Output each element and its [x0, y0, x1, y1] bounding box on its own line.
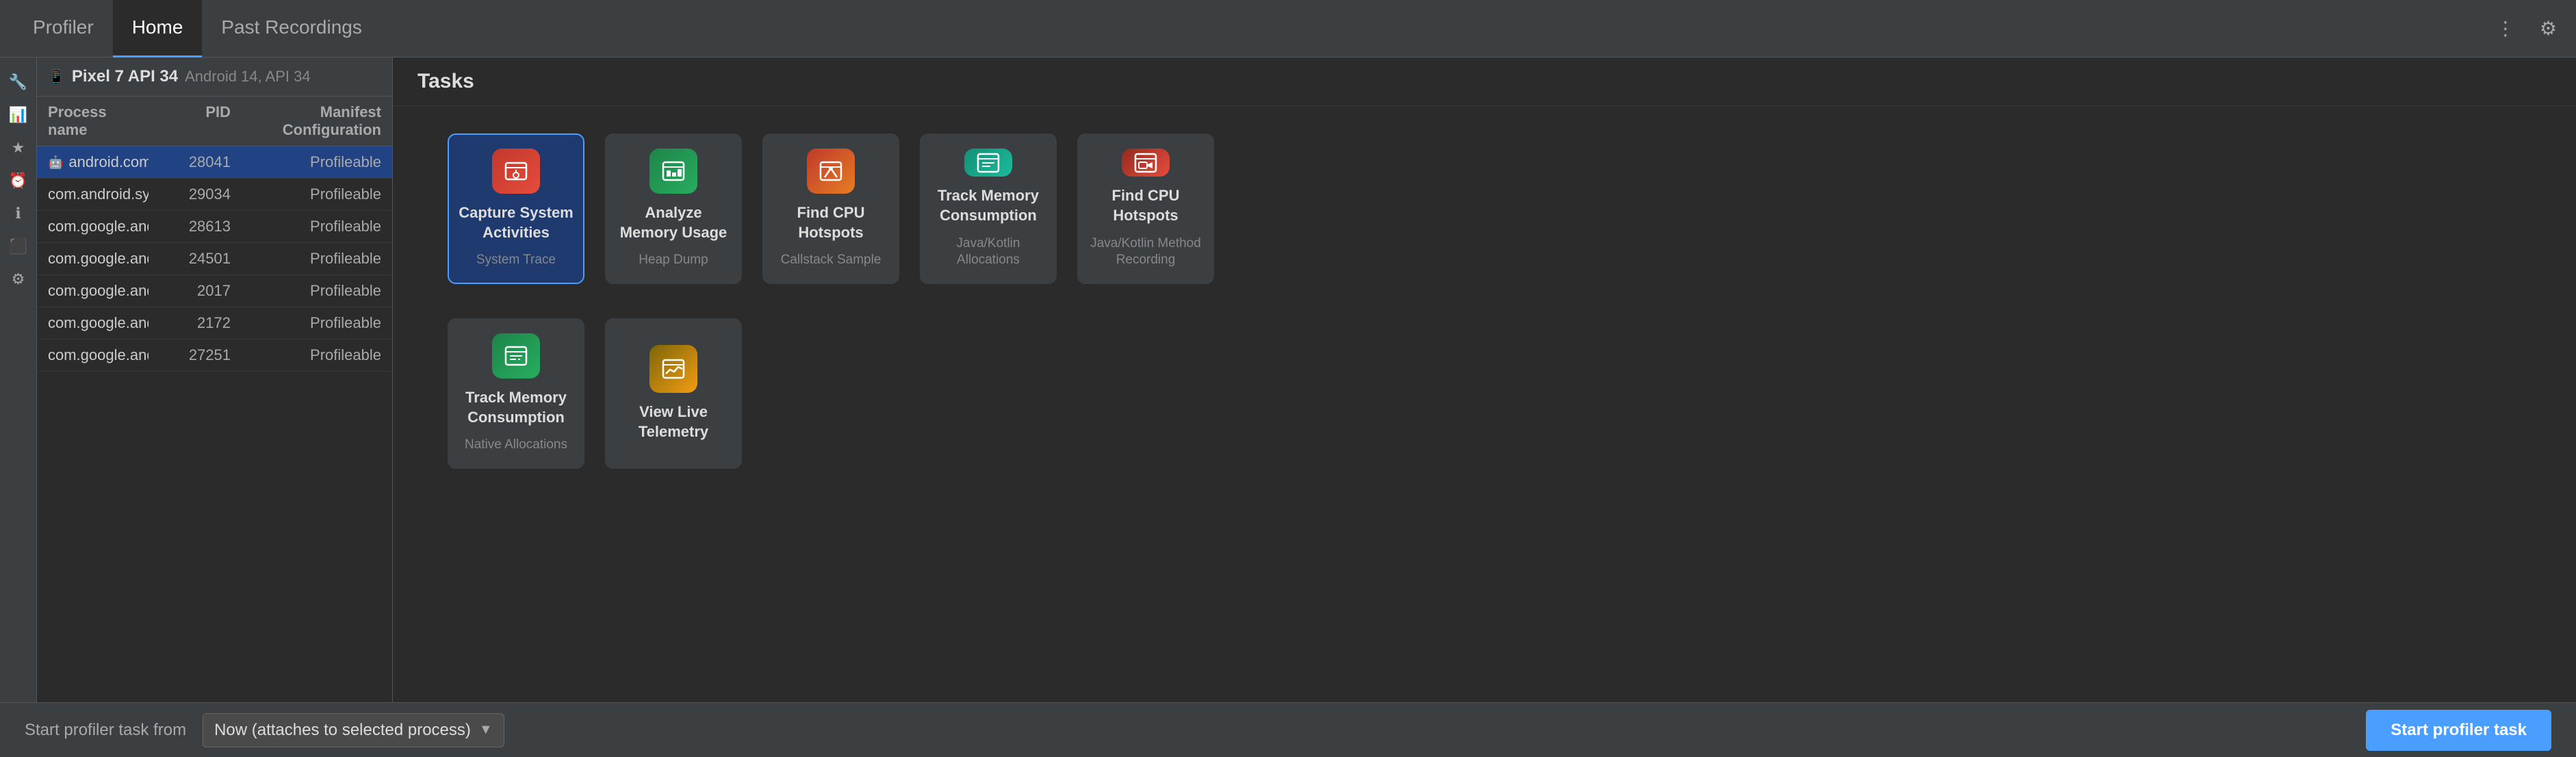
process-name-cell: com.google.android.apps.messaging... — [48, 250, 149, 268]
chevron-down-icon: ▼ — [479, 722, 493, 738]
process-manifest: Profileable — [231, 346, 381, 364]
task-subtitle-find-cpu-hotspots-recording: Java/Kotlin Method Recording — [1088, 235, 1203, 269]
task-title-analyze-memory-usage: Analyze Memory Usage — [616, 203, 731, 242]
task-card-find-cpu-hotspots-callstack[interactable]: Find CPU Hotspots Callstack Sample — [762, 133, 899, 284]
sidebar-icon-monitor[interactable]: 📊 — [5, 101, 32, 129]
process-row[interactable]: com.google.android.gm2172Profileable — [37, 307, 392, 339]
sidebar-icons: 🔧 📊 ★ ⏰ ℹ ⬛ ⚙ — [0, 57, 37, 702]
tasks-grid-container: Capture System Activities System Trace An… — [393, 106, 2576, 702]
task-card-view-live-telemetry[interactable]: View Live Telemetry — [605, 318, 742, 469]
process-name-cell: com.google.android.dialer — [48, 282, 149, 300]
process-name-cell: com.google.android.apps.messaging — [48, 218, 149, 235]
sidebar-icon-star[interactable]: ★ — [5, 134, 32, 162]
process-manifest: Profileable — [231, 218, 381, 235]
process-manifest: Profileable — [231, 314, 381, 332]
process-pid: 2017 — [149, 282, 231, 300]
device-icon: 📱 — [48, 68, 65, 86]
task-icon-view-live-telemetry — [649, 345, 697, 393]
bottom-bar: Start profiler task from Now (attaches t… — [0, 702, 2576, 757]
start-profiler-task-button[interactable]: Start profiler task — [2366, 710, 2551, 751]
task-card-track-memory-consumption-native[interactable]: Track Memory Consumption Native Allocatio… — [448, 318, 584, 469]
task-icon-find-cpu-hotspots-recording — [1122, 149, 1170, 177]
process-name-text: android.com.java.profilertester — [68, 153, 149, 171]
task-title-capture-system-activities: Capture System Activities — [459, 203, 574, 242]
process-name-text: com.android.systemui — [48, 185, 149, 203]
tab-bar: Profiler Home Past Recordings ⋮ ⚙ — [0, 0, 2576, 57]
task-subtitle-analyze-memory-usage: Heap Dump — [639, 252, 708, 269]
task-card-track-memory-consumption-java[interactable]: Track Memory Consumption Java/Kotlin Allo… — [920, 133, 1057, 284]
task-icon-find-cpu-hotspots-callstack — [807, 149, 855, 194]
process-manifest: Profileable — [231, 153, 381, 171]
col-pid: PID — [149, 103, 231, 139]
bottom-label: Start profiler task from — [25, 721, 186, 740]
process-row[interactable]: 🤖 android.com.java.profilertester28041Pro… — [37, 146, 392, 179]
device-header: 📱 Pixel 7 API 34 Android 14, API 34 — [37, 57, 392, 97]
task-source-dropdown[interactable]: Now (attaches to selected process) ▼ — [203, 713, 504, 747]
process-manifest: Profileable — [231, 282, 381, 300]
tab-home[interactable]: Home — [113, 0, 203, 57]
device-name: Pixel 7 API 34 — [72, 67, 178, 86]
task-title-track-memory-consumption-native: Track Memory Consumption — [459, 388, 574, 427]
task-card-capture-system-activities[interactable]: Capture System Activities System Trace — [448, 133, 584, 284]
process-pid: 28613 — [149, 218, 231, 235]
task-card-find-cpu-hotspots-recording[interactable]: Find CPU Hotspots Java/Kotlin Method Reco… — [1077, 133, 1214, 284]
process-list: 🤖android.com.java.profilertester28041Pro… — [37, 146, 392, 702]
process-pid: 29034 — [149, 185, 231, 203]
sidebar-icon-settings[interactable]: ⚙ — [5, 266, 32, 293]
task-icon-track-memory-consumption-native — [492, 333, 540, 378]
process-row[interactable]: com.android.systemui29034Profileable — [37, 179, 392, 211]
process-row[interactable]: com.google.android.apps.messaging28613Pr… — [37, 211, 392, 243]
task-title-view-live-telemetry: View Live Telemetry — [616, 402, 731, 441]
sidebar-icon-terminal[interactable]: ⬛ — [5, 233, 32, 260]
sidebar-icon-clock[interactable]: ⏰ — [5, 167, 32, 194]
process-pid: 2172 — [149, 314, 231, 332]
tasks-grid: Capture System Activities System Trace An… — [448, 133, 2521, 469]
process-name-text: com.google.android.apps.messaging... — [48, 250, 149, 268]
task-icon-analyze-memory-usage — [649, 149, 697, 194]
tasks-header: Tasks — [393, 57, 2576, 106]
process-name-cell: com.google.android.inputmethod.latin — [48, 346, 149, 364]
tab-past-recordings[interactable]: Past Recordings — [202, 0, 381, 57]
main-content: 🔧 📊 ★ ⏰ ℹ ⬛ ⚙ 📱 Pixel 7 API 34 Android 1… — [0, 57, 2576, 702]
task-icon-capture-system-activities — [492, 149, 540, 194]
sidebar-icon-tool[interactable]: 🔧 — [5, 68, 32, 96]
process-name-text: com.google.android.dialer — [48, 282, 149, 300]
process-row[interactable]: com.google.android.inputmethod.latin2725… — [37, 339, 392, 372]
tab-bar-actions: ⋮ ⚙ — [2490, 12, 2562, 45]
task-subtitle-capture-system-activities: System Trace — [476, 252, 556, 269]
task-title-find-cpu-hotspots-recording: Find CPU Hotspots — [1088, 186, 1203, 225]
process-name-cell: 🤖 android.com.java.profilertester — [48, 153, 149, 171]
process-pid: 28041 — [149, 153, 231, 171]
process-panel: 📱 Pixel 7 API 34 Android 14, API 34 Proc… — [37, 57, 393, 702]
process-row[interactable]: com.google.android.dialer2017Profileable — [37, 275, 392, 307]
process-table-header: Process name PID Manifest Configuration — [37, 97, 392, 146]
process-name-text: com.google.android.gm — [48, 314, 149, 332]
tasks-panel: Tasks Capture System Activities System Tr… — [393, 57, 2576, 702]
process-pid: 27251 — [149, 346, 231, 364]
task-subtitle-track-memory-consumption-java: Java/Kotlin Allocations — [931, 235, 1046, 269]
task-subtitle-find-cpu-hotspots-callstack: Callstack Sample — [781, 252, 881, 269]
process-row[interactable]: com.google.android.apps.messaging...2450… — [37, 243, 392, 275]
device-api: Android 14, API 34 — [185, 68, 310, 86]
settings-button[interactable]: ⚙ — [2534, 12, 2562, 45]
task-title-find-cpu-hotspots-callstack: Find CPU Hotspots — [773, 203, 888, 242]
task-icon-track-memory-consumption-java — [964, 149, 1012, 177]
process-manifest: Profileable — [231, 250, 381, 268]
process-manifest: Profileable — [231, 185, 381, 203]
more-options-button[interactable]: ⋮ — [2490, 12, 2521, 45]
col-manifest: Manifest Configuration — [231, 103, 381, 139]
task-subtitle-track-memory-consumption-native: Native Allocations — [465, 437, 567, 454]
dropdown-value: Now (attaches to selected process) — [214, 721, 471, 740]
process-name-text: com.google.android.inputmethod.latin — [48, 346, 149, 364]
sidebar-icon-info[interactable]: ℹ — [5, 200, 32, 227]
process-pid: 24501 — [149, 250, 231, 268]
task-card-analyze-memory-usage[interactable]: Analyze Memory Usage Heap Dump — [605, 133, 742, 284]
task-title-track-memory-consumption-java: Track Memory Consumption — [931, 186, 1046, 225]
col-process-name: Process name — [48, 103, 149, 139]
process-name-cell: com.android.systemui — [48, 185, 149, 203]
process-name-text: com.google.android.apps.messaging — [48, 218, 149, 235]
android-icon: 🤖 — [48, 155, 63, 170]
tab-profiler[interactable]: Profiler — [14, 0, 113, 57]
process-name-cell: com.google.android.gm — [48, 314, 149, 332]
